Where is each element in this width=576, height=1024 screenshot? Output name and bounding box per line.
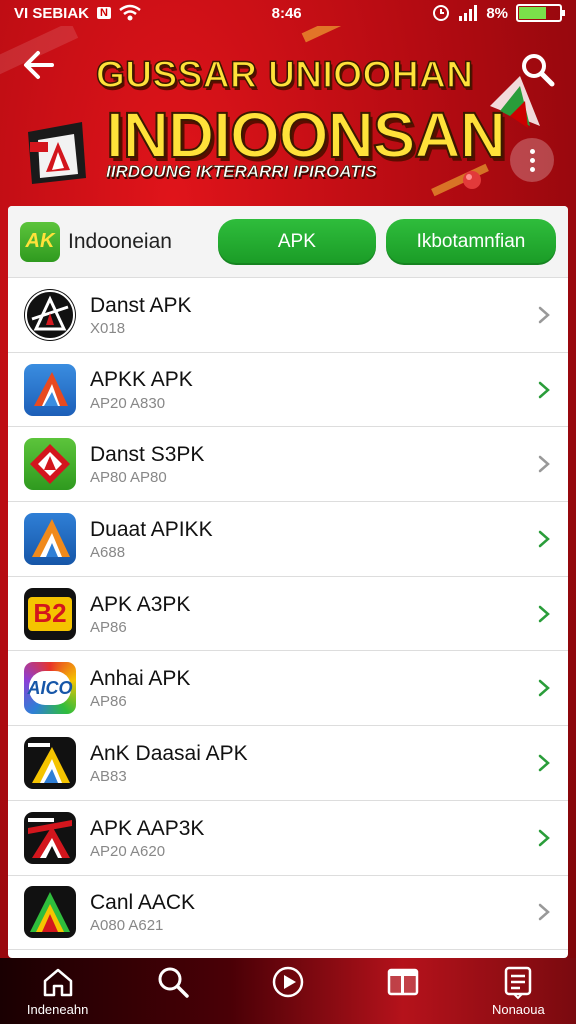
filter-row: AK Indooneian APK Ikbotamnfian — [8, 206, 568, 278]
chevron-right-icon — [538, 680, 550, 697]
window-icon — [387, 968, 419, 996]
app-subtitle: AP86 — [90, 693, 127, 711]
battery-percent: 8% — [486, 4, 508, 22]
app-icon-green-diamond — [24, 438, 76, 491]
app-icon-blue-orange-a — [24, 512, 76, 565]
chevron-right-icon — [538, 829, 550, 846]
app-list-item[interactable]: Danst S3PK AP80 AP80 — [8, 427, 568, 503]
header-banner: GUSSAR UNIOOHAN INDIOONSAN IIRDOUNG IKTE… — [0, 26, 576, 206]
alarm-icon — [433, 5, 450, 21]
app-subtitle: X018 — [90, 319, 126, 337]
app-list: Danst APK X018 APKK APK AP20 A830 Danst … — [8, 278, 568, 951]
content-panel: AK Indooneian APK Ikbotamnfian Danst APK… — [8, 206, 568, 958]
app-name: Danst APK — [90, 293, 192, 317]
app-list-item[interactable]: AICO Anhai APK AP86 — [8, 651, 568, 727]
app-icon-multicolor-a — [24, 886, 76, 939]
app-icon-black-red-a — [24, 811, 76, 864]
app-icon-aico: AICO — [24, 662, 76, 715]
chevron-right-icon — [538, 530, 550, 548]
search-icon — [158, 967, 189, 998]
banner-title-line2: INDIOONSAN — [105, 98, 507, 172]
nav-search[interactable] — [123, 964, 223, 1018]
search-button[interactable] — [518, 50, 556, 88]
app-icon-b2: B2 — [24, 587, 76, 640]
app-logo-badge — [28, 122, 86, 184]
clock: 8:46 — [271, 4, 302, 22]
dot-icon — [529, 166, 535, 172]
nav-label: Nonaoua — [491, 1002, 545, 1017]
app-list-item[interactable]: Danst APK X018 — [8, 278, 568, 353]
battery-icon — [516, 4, 565, 22]
home-icon — [43, 968, 72, 997]
arrow-left-icon — [24, 51, 54, 79]
brand-logo: AK — [20, 221, 60, 262]
more-options-button[interactable] — [510, 138, 554, 182]
list-icon — [505, 966, 532, 1000]
chevron-right-icon — [538, 605, 550, 622]
chevron-right-icon — [538, 754, 550, 772]
app-icon-aico-label: AICO — [28, 671, 73, 706]
chevron-right-icon — [538, 455, 550, 473]
apk-filter-button[interactable]: APK — [217, 218, 376, 265]
chevron-right-icon — [538, 381, 550, 398]
app-list-item[interactable]: Canl AACK A080 A621 — [8, 876, 568, 951]
nav-window[interactable] — [353, 964, 453, 1018]
app-subtitle: AP80 AP80 — [90, 469, 167, 487]
brand-name: Indooneian — [68, 229, 172, 253]
app-icon-blue-a — [24, 363, 76, 416]
bottom-navigation: Indeneahn Nonaoua — [0, 958, 576, 1024]
search-icon — [522, 54, 555, 87]
app-subtitle: AB83 — [90, 768, 127, 786]
banner-title-line1: GUSSAR UNIOOHAN — [95, 53, 474, 96]
app-list-item[interactable]: APK AAP3K AP20 A620 — [8, 801, 568, 876]
chevron-right-icon — [538, 904, 550, 921]
category-filter-button[interactable]: Ikbotamnfian — [385, 218, 556, 265]
app-subtitle: A080 A621 — [90, 917, 164, 935]
notification-badge: N — [97, 7, 111, 19]
nav-home[interactable]: Indeneahn — [8, 964, 108, 1018]
app-icon-logo-a — [24, 288, 76, 341]
brand[interactable]: AK Indooneian — [20, 221, 208, 262]
app-list-item[interactable]: Duaat APIKK A688 — [8, 502, 568, 577]
app-name: AnK Daasai APK — [90, 741, 248, 765]
app-icon-b2-label: B2 — [28, 596, 72, 631]
app-list-item[interactable]: APKK APK AP20 A830 — [8, 353, 568, 428]
app-subtitle: AP20 A830 — [90, 394, 166, 412]
wifi-icon — [119, 4, 141, 21]
app-name: Danst S3PK — [90, 443, 205, 467]
banner-subtitle: IIRDOUNG IKTERARRI IPIROATIS — [106, 162, 377, 182]
chevron-right-icon — [538, 306, 550, 324]
app-subtitle: AP20 A620 — [90, 842, 166, 860]
app-name: APKK APK — [90, 368, 193, 392]
status-bar: VI SEBIAK N 8:46 8% — [0, 0, 576, 26]
app-subtitle: AP86 — [90, 618, 127, 636]
app-name: APK A3PK — [90, 592, 191, 616]
signal-icon — [459, 5, 478, 21]
back-button[interactable] — [22, 48, 56, 89]
app-name: Duaat APIKK — [90, 517, 213, 541]
app-list-item[interactable]: AnK Daasai APK AB83 — [8, 726, 568, 801]
nav-play[interactable] — [238, 964, 338, 1018]
app-subtitle: A688 — [90, 544, 126, 561]
app-name: Canl AACK — [90, 891, 196, 915]
dot-icon — [529, 157, 535, 163]
carrier-label: VI SEBIAK — [14, 4, 90, 22]
play-circle-icon — [272, 966, 304, 998]
app-list-item[interactable]: B2 APK A3PK AP86 — [8, 577, 568, 652]
nav-label: Indeneahn — [26, 1002, 89, 1017]
app-icon-black-yellow-a — [24, 736, 76, 789]
dot-icon — [529, 148, 535, 154]
app-name: APK AAP3K — [90, 816, 205, 840]
nav-list[interactable]: Nonaoua — [468, 964, 568, 1018]
app-name: Anhai APK — [90, 667, 191, 691]
